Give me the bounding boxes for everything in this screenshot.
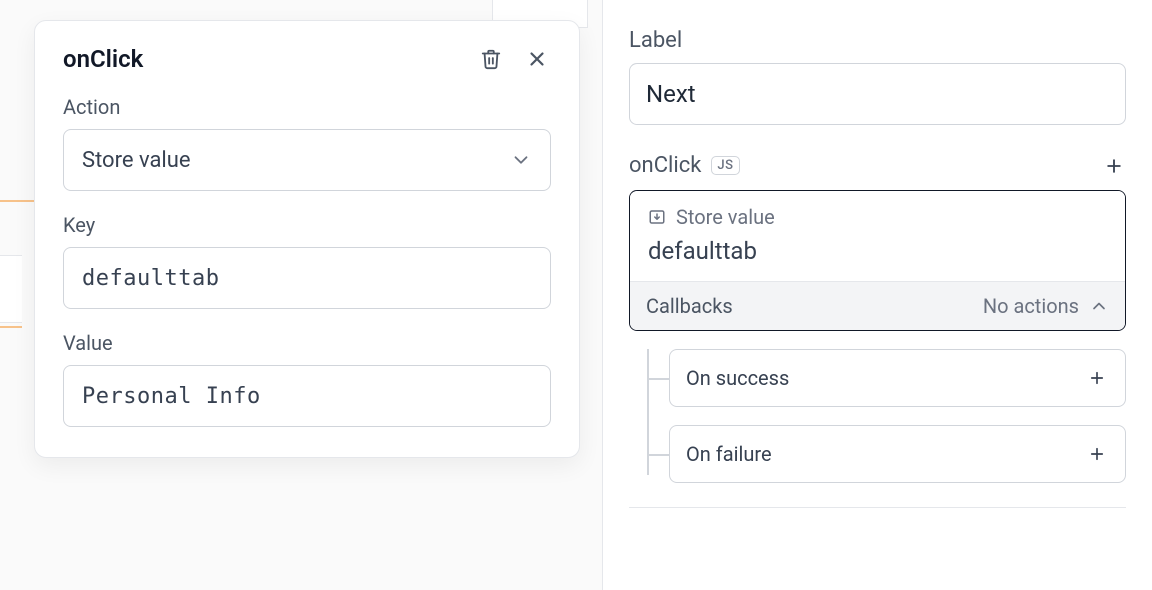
callbacks-label: Callbacks	[646, 294, 733, 318]
action-field-group: Action Store value	[63, 95, 551, 191]
inspector-divider	[629, 507, 1126, 508]
callbacks-status: No actions	[983, 294, 1079, 318]
background-connector	[0, 200, 35, 202]
value-field-label: Value	[63, 331, 551, 355]
background-node-fragment	[0, 255, 22, 323]
action-select[interactable]: Store value	[63, 129, 551, 191]
onclick-section-header: onClick JS	[629, 153, 1126, 178]
close-button[interactable]	[523, 45, 551, 73]
action-card-value: defaulttab	[648, 237, 1107, 265]
js-badge[interactable]: JS	[711, 156, 739, 175]
on-success-label: On success	[686, 366, 789, 390]
plus-icon	[1104, 156, 1124, 176]
on-failure-label: On failure	[686, 442, 772, 466]
plus-icon	[1088, 369, 1106, 387]
tree-connector-vertical	[647, 349, 649, 475]
action-field-label: Action	[63, 95, 551, 119]
chevron-up-icon	[1089, 296, 1109, 316]
add-on-failure-button[interactable]	[1085, 442, 1109, 466]
close-icon	[526, 48, 548, 70]
action-card-title-row: Store value	[648, 205, 1107, 229]
action-card-body: Store value defaulttab	[630, 191, 1125, 281]
callbacks-bar[interactable]: Callbacks No actions	[630, 281, 1125, 330]
chevron-down-icon	[510, 149, 532, 171]
key-field-label: Key	[63, 213, 551, 237]
key-field-group: Key	[63, 213, 551, 309]
action-card-title: Store value	[676, 205, 775, 229]
on-success-item: On success	[669, 349, 1126, 407]
onclick-label: onClick	[629, 153, 701, 178]
value-input[interactable]	[63, 365, 551, 427]
callbacks-status-group: No actions	[983, 294, 1109, 318]
popover-header: onClick	[63, 45, 551, 73]
key-input[interactable]	[63, 247, 551, 309]
label-field-label: Label	[629, 28, 1126, 53]
action-select-value: Store value	[82, 148, 191, 173]
store-value-icon	[648, 208, 666, 226]
onclick-config-popover: onClick Action Store value	[34, 20, 580, 458]
callback-tree: On success On failure	[629, 349, 1126, 483]
tree-connector-horizontal	[648, 454, 669, 456]
add-on-success-button[interactable]	[1085, 366, 1109, 390]
onclick-header-left: onClick JS	[629, 153, 740, 178]
label-input[interactable]	[629, 63, 1126, 125]
onclick-action-card[interactable]: Store value defaulttab Callbacks No acti…	[629, 190, 1126, 331]
trash-icon	[480, 48, 502, 70]
on-success-box[interactable]: On success	[669, 349, 1126, 407]
plus-icon	[1088, 445, 1106, 463]
on-failure-item: On failure	[669, 425, 1126, 483]
value-field-group: Value	[63, 331, 551, 427]
add-onclick-action-button[interactable]	[1102, 154, 1126, 178]
tree-connector-horizontal	[648, 378, 669, 380]
inspector-panel: Label onClick JS Store value defaulttab …	[602, 0, 1152, 590]
popover-header-actions	[477, 45, 551, 73]
on-failure-box[interactable]: On failure	[669, 425, 1126, 483]
popover-title: onClick	[63, 45, 143, 73]
delete-button[interactable]	[477, 45, 505, 73]
background-connector	[0, 326, 22, 328]
